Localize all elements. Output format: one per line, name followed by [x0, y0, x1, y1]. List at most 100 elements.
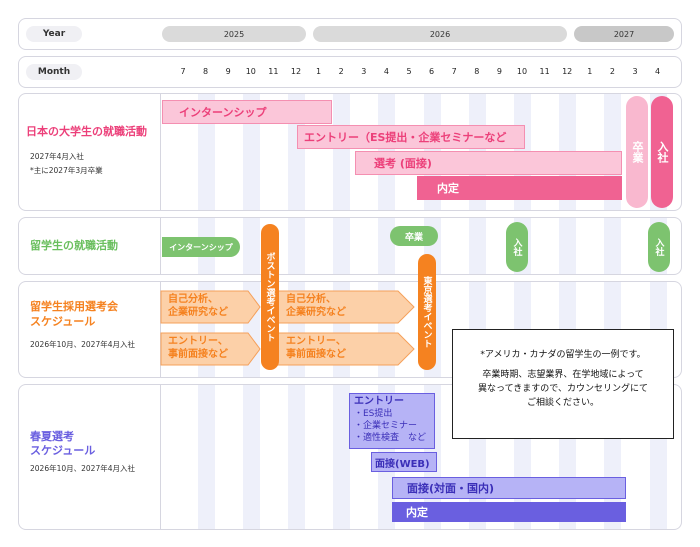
- spring-inperson-label: 面接(対面・国内): [407, 482, 495, 495]
- month-stripe: [288, 385, 305, 529]
- japan-join-label: 入社: [656, 141, 669, 163]
- month-label-item: 6: [429, 67, 435, 76]
- arrow-2-line-1: エントリー、: [168, 336, 228, 347]
- note-line-2: 卒業時期、志望業界、在学地域によって: [482, 370, 644, 380]
- month-label-item: 10: [245, 67, 256, 76]
- spring-offer-bar: 内定: [392, 502, 626, 522]
- japan-selection-bar: 選考 (面接): [355, 151, 622, 175]
- intl-join-pill-2: 入社: [648, 222, 670, 272]
- japan-join-pill: 入社: [651, 96, 673, 208]
- intl-join-label-1: 入社: [511, 238, 522, 256]
- month-label-item: 11: [268, 67, 279, 76]
- spring-entry-item-3: ・適性検査 など: [354, 433, 427, 443]
- spring-entry-item-2: ・企業セミナー: [354, 421, 418, 431]
- month-label-item: 9: [496, 67, 502, 76]
- month-label-item: 12: [562, 67, 573, 76]
- intl-internship-label: インターンシップ: [169, 242, 233, 252]
- intl-join-label-2: 入社: [653, 238, 664, 256]
- month-stripe: [242, 218, 260, 274]
- arrow-3-line-1: 自己分析、: [286, 294, 336, 305]
- month-stripe: [333, 385, 351, 529]
- month-label-item: 4: [655, 67, 661, 76]
- japan-graduate-label: 卒業: [631, 141, 644, 163]
- arrow-text-1: 自己分析、企業研究など: [168, 293, 228, 319]
- japan-internship-label: インターンシップ: [179, 106, 267, 119]
- spring-sub: 2026年10月、2027年4月入社: [30, 464, 135, 473]
- arrow-4-line-2: 事前面接など: [286, 349, 346, 360]
- japan-selection-label: 選考 (面接): [374, 157, 432, 170]
- month-stripe: [288, 218, 305, 274]
- month-stripe: [242, 385, 260, 529]
- month-label-item: 12: [290, 67, 302, 76]
- fair-title-2: スケジュール: [30, 315, 96, 328]
- fair-title-1: 留学生採用選考会: [30, 300, 118, 313]
- year-2027: 2027: [574, 26, 674, 42]
- boston-event-pill: ボストン選考イベント: [261, 224, 279, 370]
- month-stripe: [378, 218, 396, 274]
- month-stripe: [333, 218, 351, 274]
- month-label-item: 2: [338, 67, 344, 76]
- arrow-4-line-1: エントリー、: [286, 336, 346, 347]
- intl-title: 留学生の就職活動: [30, 239, 118, 252]
- spring-web-bar: 面接(WEB): [371, 452, 437, 472]
- arrow-text-2: エントリー、 事前面接など: [168, 335, 228, 361]
- divider-japan: [160, 94, 161, 210]
- tokyo-event-pill: 東京選考イベント: [418, 254, 436, 370]
- month-label-item: 7: [451, 67, 457, 76]
- spring-inperson-bar: 面接(対面・国内): [392, 477, 626, 499]
- month-label-item: 7: [180, 67, 186, 76]
- month-label-item: 5: [406, 67, 412, 76]
- month-label-item: 4: [383, 67, 389, 76]
- spring-offer-label: 内定: [406, 506, 428, 519]
- month-label-item: 10: [516, 67, 528, 76]
- month-stripe: [468, 218, 486, 274]
- arrow-text-4: エントリー、 事前面接など: [286, 335, 346, 361]
- japan-sub2: *主に2027年3月卒業: [30, 166, 103, 175]
- arrow-text-3: 自己分析、企業研究など: [286, 293, 346, 319]
- japan-entry-bar: エントリー（ES提出・企業セミナーなど: [297, 125, 525, 149]
- note-line-1: *アメリカ・カナダの留学生の一例です。: [480, 350, 646, 360]
- month-label-item: 2: [609, 67, 615, 76]
- arrow-3-line-2: 企業研究など: [286, 307, 346, 318]
- month-stripe: [197, 385, 215, 529]
- month-label-item: 3: [361, 67, 367, 76]
- month-label-item: 9: [225, 67, 231, 76]
- note-box: *アメリカ・カナダの留学生の一例です。 卒業時期、志望業界、在学地域によって 異…: [452, 329, 674, 439]
- spring-entry-item-1: ・ES提出: [354, 409, 393, 419]
- japan-title: 日本の大学生の就職活動: [26, 125, 147, 138]
- spring-entry-box: エントリー ・ES提出 ・企業セミナー ・適性検査 など: [349, 393, 435, 449]
- intl-graduate-label: 卒業: [404, 232, 423, 243]
- intl-graduate-pill: 卒業: [390, 226, 438, 246]
- intl-join-pill-1: 入社: [506, 222, 528, 272]
- japan-graduate-pill: 卒業: [626, 96, 648, 208]
- month-label-item: 8: [474, 67, 480, 76]
- spring-web-label: 面接(WEB): [375, 458, 430, 470]
- intl-internship-pill: インターンシップ: [162, 237, 240, 257]
- spring-entry-title: エントリー: [354, 396, 404, 407]
- japan-internship-bar: インターンシップ: [162, 100, 332, 124]
- arrow-1-line-2: 企業研究など: [168, 307, 228, 318]
- year-label: Year: [26, 26, 82, 42]
- japan-offer-bar: 内定: [417, 176, 622, 200]
- arrow-1-line-1: 自己分析、: [168, 294, 218, 305]
- month-label-item: 8: [203, 67, 209, 76]
- month-stripe: [333, 94, 351, 210]
- month-label-item: 11: [539, 67, 550, 76]
- month-stripe: [604, 218, 622, 274]
- fair-sub: 2026年10月、2027年4月入社: [30, 340, 135, 349]
- boston-event-label: ボストン選考イベント: [264, 252, 275, 342]
- note-line-4: ご相談ください。: [526, 398, 599, 408]
- month-label-item: 1: [587, 67, 593, 76]
- month-label: Month: [26, 64, 82, 80]
- tokyo-event-label: 東京選考イベント: [421, 276, 432, 348]
- month-label-item: 1: [316, 67, 322, 76]
- divider-spring: [160, 385, 161, 529]
- year-2026: 2026: [313, 26, 567, 42]
- month-label-item: 3: [632, 67, 638, 76]
- note-line-3: 異なってきますので、カウンセリングにて: [478, 384, 648, 394]
- month-stripe: [559, 218, 577, 274]
- japan-offer-label: 内定: [437, 182, 459, 195]
- spring-title-2: スケジュール: [30, 444, 96, 457]
- arrow-2-line-2: 事前面接など: [168, 349, 228, 360]
- japan-entry-label: エントリー（ES提出・企業セミナーなど: [304, 131, 507, 144]
